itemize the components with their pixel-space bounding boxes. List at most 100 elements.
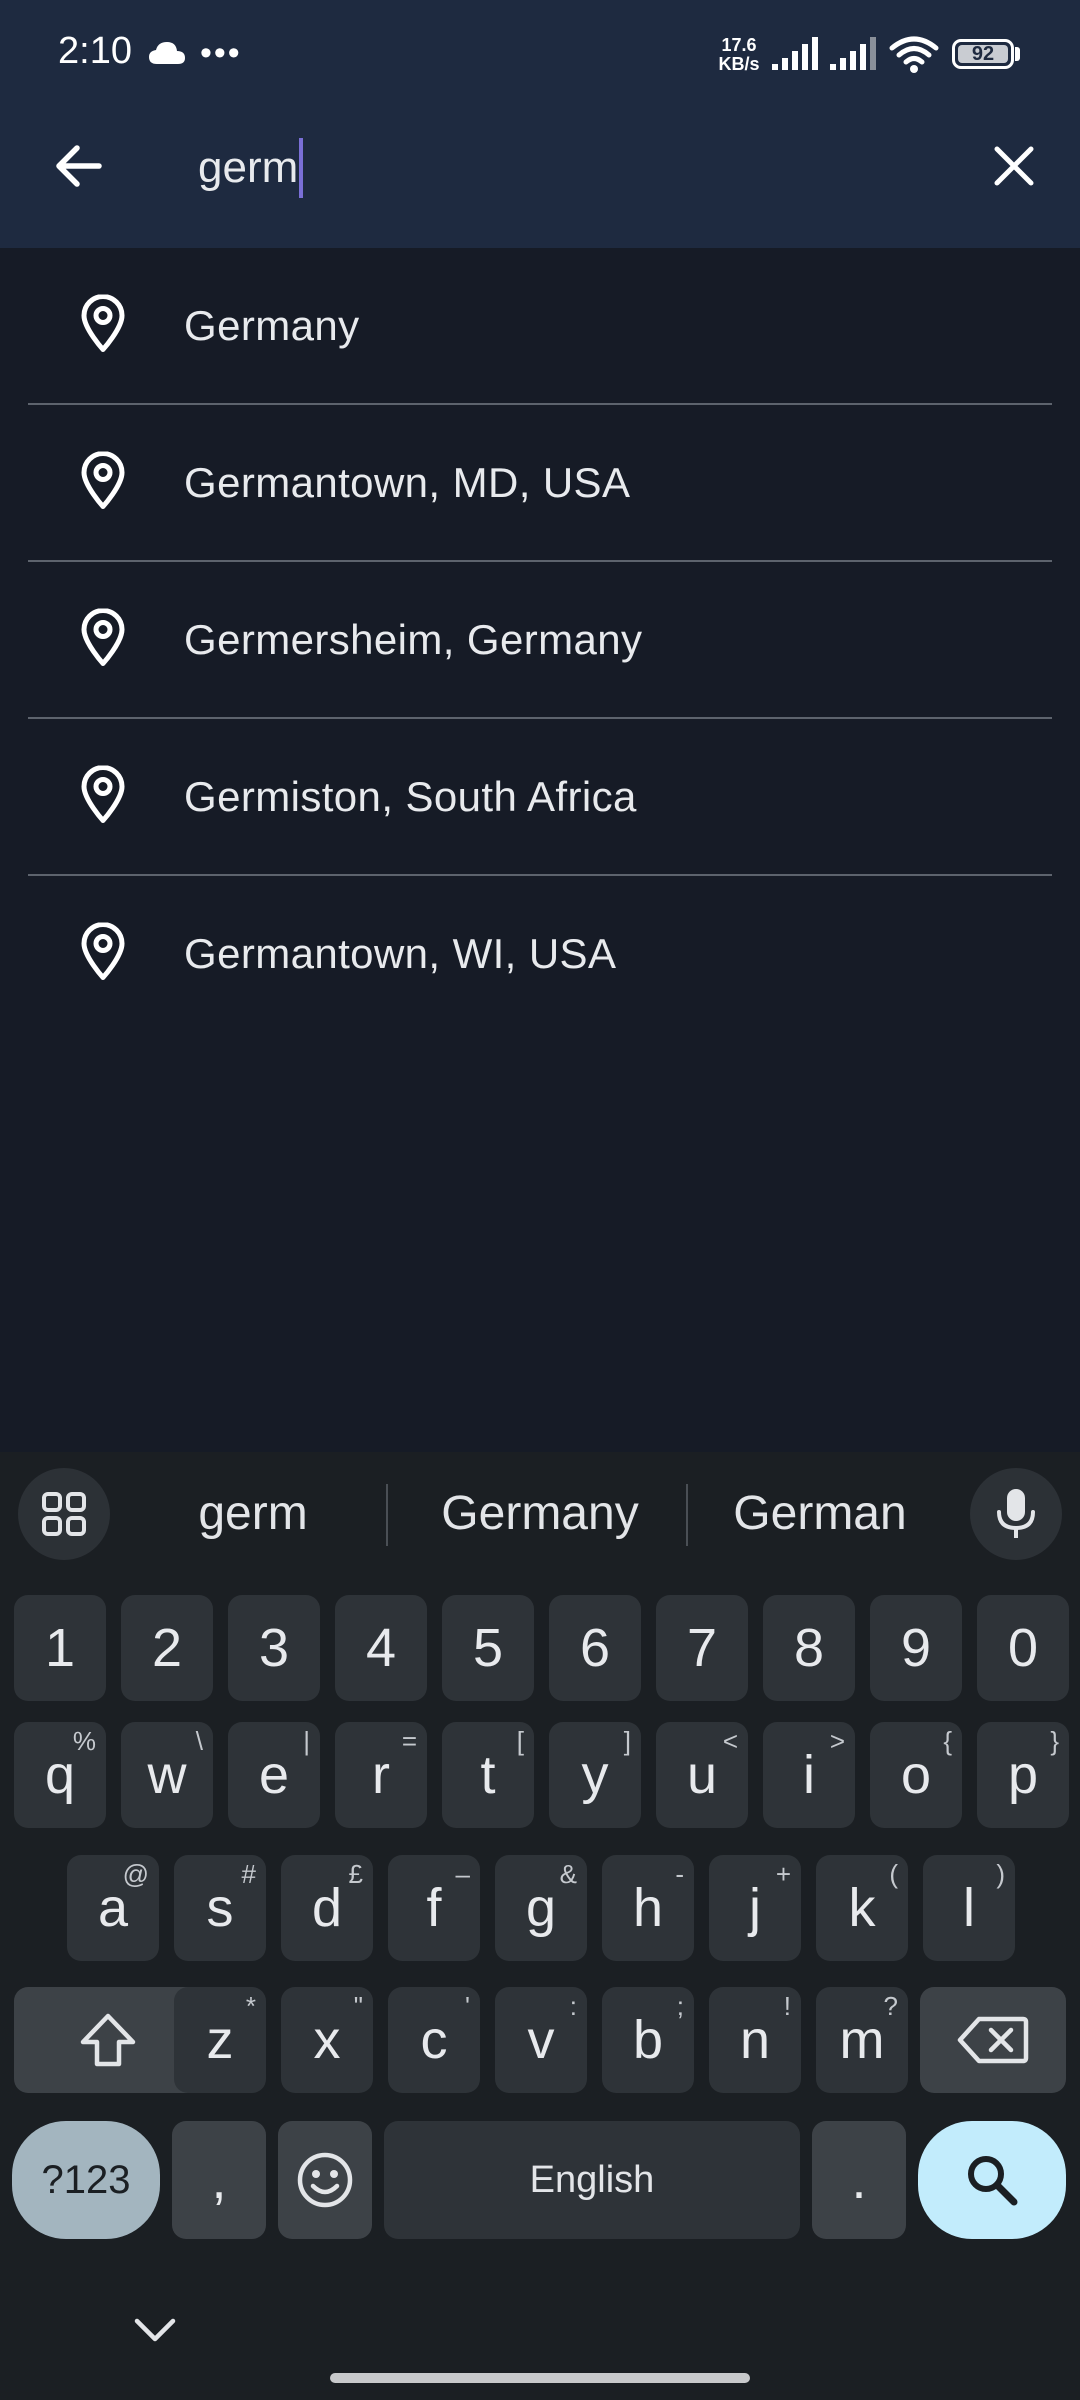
battery-percent: 92 xyxy=(971,43,995,65)
key-alt-label: = xyxy=(401,1726,417,1756)
key-8[interactable]: 8 xyxy=(763,1595,855,1701)
clear-search-button[interactable] xyxy=(976,128,1052,204)
key-1[interactable]: 1 xyxy=(14,1595,106,1701)
status-time: 2:10 xyxy=(58,30,132,72)
key-label: 9 xyxy=(900,1618,932,1678)
cloud-icon xyxy=(148,40,186,71)
key-alt-label: ( xyxy=(889,1859,898,1889)
key-d[interactable]: d £ xyxy=(281,1855,373,1961)
key-label: v xyxy=(527,2010,555,2070)
key-7[interactable]: 7 xyxy=(656,1595,748,1701)
key-0[interactable]: 0 xyxy=(977,1595,1069,1701)
key-label: 7 xyxy=(686,1618,718,1678)
key-2[interactable]: 2 xyxy=(121,1595,213,1701)
key-alt-label: + xyxy=(775,1859,791,1889)
key-label: n xyxy=(739,2010,771,2070)
key-label: . xyxy=(851,2150,867,2210)
key-label: l xyxy=(963,1878,975,1938)
key-u[interactable]: u < xyxy=(656,1722,748,1828)
key-x[interactable]: x " xyxy=(281,1987,373,2093)
space-key[interactable]: English xyxy=(384,2121,800,2239)
result-item[interactable]: Germersheim, Germany xyxy=(0,562,1080,719)
signal-icon xyxy=(770,36,822,77)
keyboard-menu-button[interactable] xyxy=(18,1468,110,1560)
key-label: p xyxy=(1007,1745,1039,1805)
key-b[interactable]: b; xyxy=(602,1987,694,2093)
result-item[interactable]: Germany xyxy=(0,248,1080,405)
key-j[interactable]: j + xyxy=(709,1855,801,1961)
voice-input-button[interactable] xyxy=(970,1468,1062,1560)
key-alt-label: [ xyxy=(516,1726,524,1756)
suggestion-word[interactable]: germ xyxy=(128,1482,378,1546)
key-label: r xyxy=(372,1745,390,1805)
key-3[interactable]: 3 xyxy=(228,1595,320,1701)
key-n[interactable]: n! xyxy=(709,1987,801,2093)
key-alt-label: * xyxy=(245,1991,256,2021)
result-item[interactable]: Germiston, South Africa xyxy=(0,719,1080,876)
backspace-key[interactable] xyxy=(920,1987,1066,2093)
key-g[interactable]: g & xyxy=(495,1855,587,1961)
key-q[interactable]: q% xyxy=(14,1722,106,1828)
key-k[interactable]: k( xyxy=(816,1855,908,1961)
period-key[interactable]: . xyxy=(812,2121,906,2239)
key-5[interactable]: 5 xyxy=(442,1595,534,1701)
result-item[interactable]: Germantown, MD, USA xyxy=(0,405,1080,562)
key-label: 1 xyxy=(44,1618,76,1678)
search-input[interactable]: germ xyxy=(198,138,304,198)
key-label: z xyxy=(206,2010,234,2070)
key-i[interactable]: i > xyxy=(763,1722,855,1828)
back-button[interactable] xyxy=(40,128,116,204)
key-alt-label: \ xyxy=(195,1726,203,1756)
key-a[interactable]: a @ xyxy=(67,1855,159,1961)
key-y[interactable]: y] xyxy=(549,1722,641,1828)
key-label: b xyxy=(632,2010,664,2070)
key-c[interactable]: c ' xyxy=(388,1987,480,2093)
app-header: 2:10 ••• 17.6 KB/s 92 germ xyxy=(0,0,1080,248)
symbols-key[interactable]: ?123 xyxy=(12,2121,160,2239)
key-p[interactable]: p} xyxy=(977,1722,1069,1828)
hide-keyboard-button[interactable] xyxy=(120,2300,190,2360)
key-r[interactable]: r = xyxy=(335,1722,427,1828)
key-h[interactable]: h- xyxy=(602,1855,694,1961)
key-label: g xyxy=(525,1878,557,1938)
key-t[interactable]: t[ xyxy=(442,1722,534,1828)
key-w[interactable]: w \ xyxy=(121,1722,213,1828)
key-9[interactable]: 9 xyxy=(870,1595,962,1701)
key-alt-label: } xyxy=(1050,1726,1059,1756)
soft-keyboard: germ Germany German 1 2 3 4 5 6 7 8 9 0 q% w \ e | r = t[… xyxy=(0,1452,1080,2400)
suggestion-word[interactable]: German xyxy=(694,1482,946,1546)
key-6[interactable]: 6 xyxy=(549,1595,641,1701)
key-o[interactable]: o{ xyxy=(870,1722,962,1828)
suggestion-separator xyxy=(386,1484,388,1546)
comma-key[interactable]: , xyxy=(172,2121,266,2239)
map-pin-icon xyxy=(80,608,126,672)
map-pin-icon xyxy=(80,765,126,829)
key-label: y xyxy=(581,1745,609,1805)
key-alt-label: < xyxy=(722,1726,738,1756)
network-speed-unit: KB/s xyxy=(718,54,760,74)
key-e[interactable]: e | xyxy=(228,1722,320,1828)
gesture-nav-handle[interactable] xyxy=(330,2373,750,2383)
result-label: Germany xyxy=(184,302,360,349)
key-l[interactable]: l) xyxy=(923,1855,1015,1961)
signal-icon xyxy=(828,36,880,77)
key-label: m xyxy=(839,2010,885,2070)
more-dots-icon: ••• xyxy=(200,34,242,72)
key-f[interactable]: f – xyxy=(388,1855,480,1961)
key-z[interactable]: z * xyxy=(174,1987,266,2093)
suggestion-word[interactable]: Germany xyxy=(394,1482,686,1546)
key-alt-label: " xyxy=(353,1991,363,2021)
chevron-down-icon xyxy=(134,2318,176,2342)
key-4[interactable]: 4 xyxy=(335,1595,427,1701)
key-alt-label: ; xyxy=(676,1991,684,2021)
emoji-key[interactable] xyxy=(278,2121,372,2239)
key-m[interactable]: m? xyxy=(816,1987,908,2093)
key-s[interactable]: s # xyxy=(174,1855,266,1961)
map-pin-icon xyxy=(80,451,126,515)
key-label: w xyxy=(147,1745,187,1805)
result-item[interactable]: Germantown, WI, USA xyxy=(0,876,1080,1033)
key-label: c xyxy=(420,2010,448,2070)
key-v[interactable]: v: xyxy=(495,1987,587,2093)
key-label: t xyxy=(480,1745,496,1805)
search-key[interactable] xyxy=(918,2121,1066,2239)
